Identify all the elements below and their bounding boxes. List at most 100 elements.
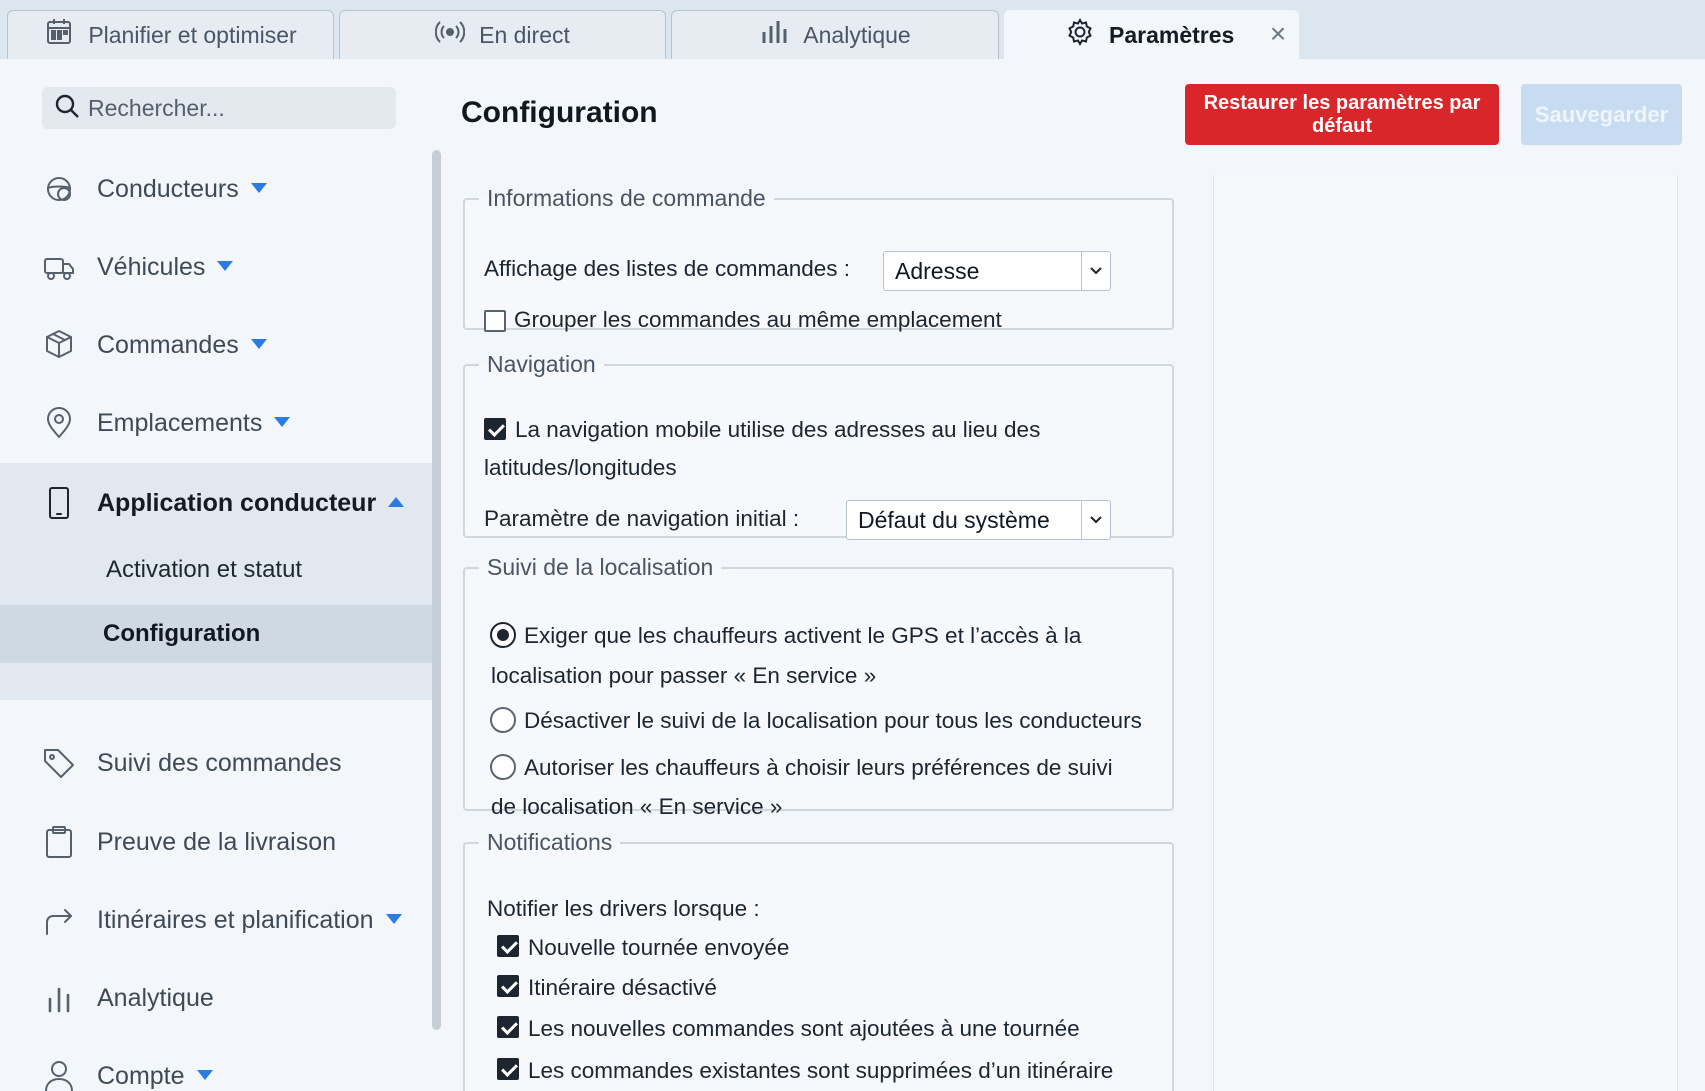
- notify-checkbox[interactable]: [497, 1016, 519, 1038]
- tracking-option-label: Exiger que les chauffeurs activent le GP…: [524, 623, 1082, 648]
- tab-label: Paramètres: [1109, 21, 1235, 48]
- section-location-tracking: Suivi de la localisation Exiger que les …: [463, 554, 1174, 819]
- sidebar-item-label: Commandes: [97, 330, 239, 359]
- mobile-nav-label-cont: latitudes/longitudes: [484, 455, 677, 480]
- gear-icon: [1065, 17, 1095, 53]
- save-button[interactable]: Sauvegarder: [1521, 84, 1682, 145]
- tab-en-direct[interactable]: En direct: [339, 10, 666, 59]
- tab-label: Planifier et optimiser: [88, 21, 297, 48]
- sidebar-item-label: Emplacements: [97, 408, 263, 437]
- sidebar-subitem-label: Activation et statut: [106, 556, 303, 583]
- sidebar-subitem-label: Configuration: [103, 620, 261, 647]
- right-panel: [1213, 175, 1678, 1091]
- calendar-icon: [44, 17, 74, 53]
- tab-bar: Planifier et optimiser En direct Analyti…: [0, 0, 1705, 59]
- initial-nav-select[interactable]: Défaut du système: [846, 500, 1111, 540]
- mobile-nav-label: La navigation mobile utilise des adresse…: [515, 417, 1041, 442]
- notify-label: Nouvelle tournée envoyée: [528, 935, 790, 960]
- sidebar-item-label: Analytique: [97, 983, 214, 1012]
- user-icon: [42, 1059, 76, 1091]
- tab-planifier[interactable]: Planifier et optimiser: [7, 10, 334, 59]
- list-display-select[interactable]: Adresse: [883, 251, 1111, 291]
- truck-icon: [42, 250, 76, 284]
- tab-analytique[interactable]: Analytique: [671, 10, 999, 59]
- chevron-down-icon: [1081, 252, 1110, 290]
- sidebar-scrollbar[interactable]: [432, 150, 441, 1030]
- phone-icon: [42, 486, 76, 520]
- sidebar-item-conducteurs[interactable]: Conducteurs: [0, 161, 432, 217]
- tracking-radio-require[interactable]: [490, 622, 516, 648]
- sidebar-item-suivi-commandes[interactable]: Suivi des commandes: [0, 735, 432, 791]
- tag-icon: [42, 746, 76, 780]
- sidebar-item-label: Itinéraires et planification: [97, 905, 374, 934]
- initial-nav-label: Paramètre de navigation initial :: [484, 506, 800, 531]
- notify-checkbox[interactable]: [497, 1058, 519, 1080]
- tracking-option-label: Désactiver le suivi de la localisation p…: [524, 708, 1142, 733]
- group-orders-label: Grouper les commandes au même emplacemen…: [514, 307, 1002, 332]
- sidebar-item-label: Suivi des commandes: [97, 748, 342, 777]
- notify-checkbox[interactable]: [497, 935, 519, 957]
- notifications-intro: Notifier les drivers lorsque :: [487, 896, 760, 921]
- notify-label: Les commandes existantes sont supprimées…: [528, 1058, 1114, 1083]
- sidebar-item-preuve-livraison[interactable]: Preuve de la livraison: [0, 814, 432, 870]
- route-arrow-icon: [42, 903, 76, 937]
- tracking-option-label-cont: localisation pour passer « En service »: [491, 663, 877, 688]
- sidebar: Conducteurs Véhicules Commandes Emplacem…: [0, 59, 432, 1091]
- sidebar-subitem-activation[interactable]: Activation et statut: [0, 541, 432, 599]
- sidebar-item-label: Preuve de la livraison: [97, 827, 337, 856]
- notify-checkbox[interactable]: [497, 975, 519, 997]
- chevron-down-icon: [1081, 501, 1110, 539]
- sidebar-item-compte[interactable]: Compte: [0, 1048, 432, 1091]
- sidebar-subitem-configuration[interactable]: Configuration: [0, 605, 432, 663]
- tab-parametres[interactable]: Paramètres ×: [1004, 10, 1299, 59]
- bar-chart-icon: [759, 17, 789, 53]
- box-icon: [42, 328, 76, 362]
- chevron-down-icon[interactable]: [274, 416, 291, 427]
- section-navigation: Navigation La navigation mobile utilise …: [463, 351, 1174, 540]
- bar-chart-icon: [42, 981, 76, 1015]
- chevron-down-icon[interactable]: [217, 260, 234, 271]
- broadcast-icon: [434, 17, 466, 53]
- steering-wheel-icon: [42, 172, 76, 206]
- clipboard-icon: [42, 825, 76, 859]
- tracking-radio-disable[interactable]: [490, 707, 516, 733]
- tracking-radio-allow[interactable]: [490, 754, 516, 780]
- mobile-nav-checkbox[interactable]: [484, 418, 506, 440]
- select-value: Défaut du système: [858, 506, 1050, 533]
- chevron-down-icon[interactable]: [250, 182, 267, 193]
- search-icon: [54, 93, 80, 124]
- search-box[interactable]: [42, 87, 396, 129]
- sidebar-item-analytique[interactable]: Analytique: [0, 970, 432, 1026]
- section-legend: Informations de commande: [487, 185, 766, 211]
- notify-label: Les nouvelles commandes sont ajoutées à …: [528, 1016, 1080, 1041]
- sidebar-item-emplacements[interactable]: Emplacements: [0, 395, 432, 451]
- select-value: Adresse: [895, 257, 980, 284]
- close-icon[interactable]: ×: [1266, 20, 1290, 48]
- page-title: Configuration: [461, 96, 658, 129]
- sidebar-item-label: Compte: [97, 1061, 185, 1090]
- sidebar-item-vehicules[interactable]: Véhicules: [0, 239, 432, 295]
- section-notifications: Notifications Notifier les drivers lorsq…: [463, 829, 1174, 1091]
- section-legend: Notifications: [487, 829, 613, 855]
- section-order-info: Informations de commande Affichage des l…: [463, 185, 1174, 332]
- chevron-down-icon[interactable]: [385, 913, 402, 924]
- chevron-down-icon[interactable]: [250, 338, 267, 349]
- chevron-down-icon[interactable]: [196, 1069, 213, 1080]
- sidebar-item-commandes[interactable]: Commandes: [0, 317, 432, 373]
- chevron-up-icon[interactable]: [388, 496, 405, 507]
- sidebar-item-label: Conducteurs: [97, 174, 239, 203]
- tracking-option-label-cont: de localisation « En service »: [491, 794, 783, 819]
- tab-label: En direct: [479, 21, 570, 48]
- restore-defaults-button[interactable]: Restaurer les paramètres par défaut: [1185, 84, 1499, 145]
- list-display-label: Affichage des listes de commandes :: [484, 256, 851, 281]
- map-pin-icon: [42, 406, 76, 440]
- search-input[interactable]: [88, 94, 378, 122]
- tab-label: Analytique: [803, 21, 911, 48]
- group-orders-checkbox[interactable]: [484, 310, 506, 332]
- section-legend: Navigation: [487, 351, 596, 377]
- sidebar-item-itineraires[interactable]: Itinéraires et planification: [0, 892, 432, 948]
- sidebar-item-application-conducteur[interactable]: Application conducteur: [0, 475, 432, 531]
- notify-label: Itinéraire désactivé: [528, 975, 717, 1000]
- tracking-option-label: Autoriser les chauffeurs à choisir leurs…: [524, 755, 1113, 780]
- sidebar-item-label: Véhicules: [97, 252, 206, 281]
